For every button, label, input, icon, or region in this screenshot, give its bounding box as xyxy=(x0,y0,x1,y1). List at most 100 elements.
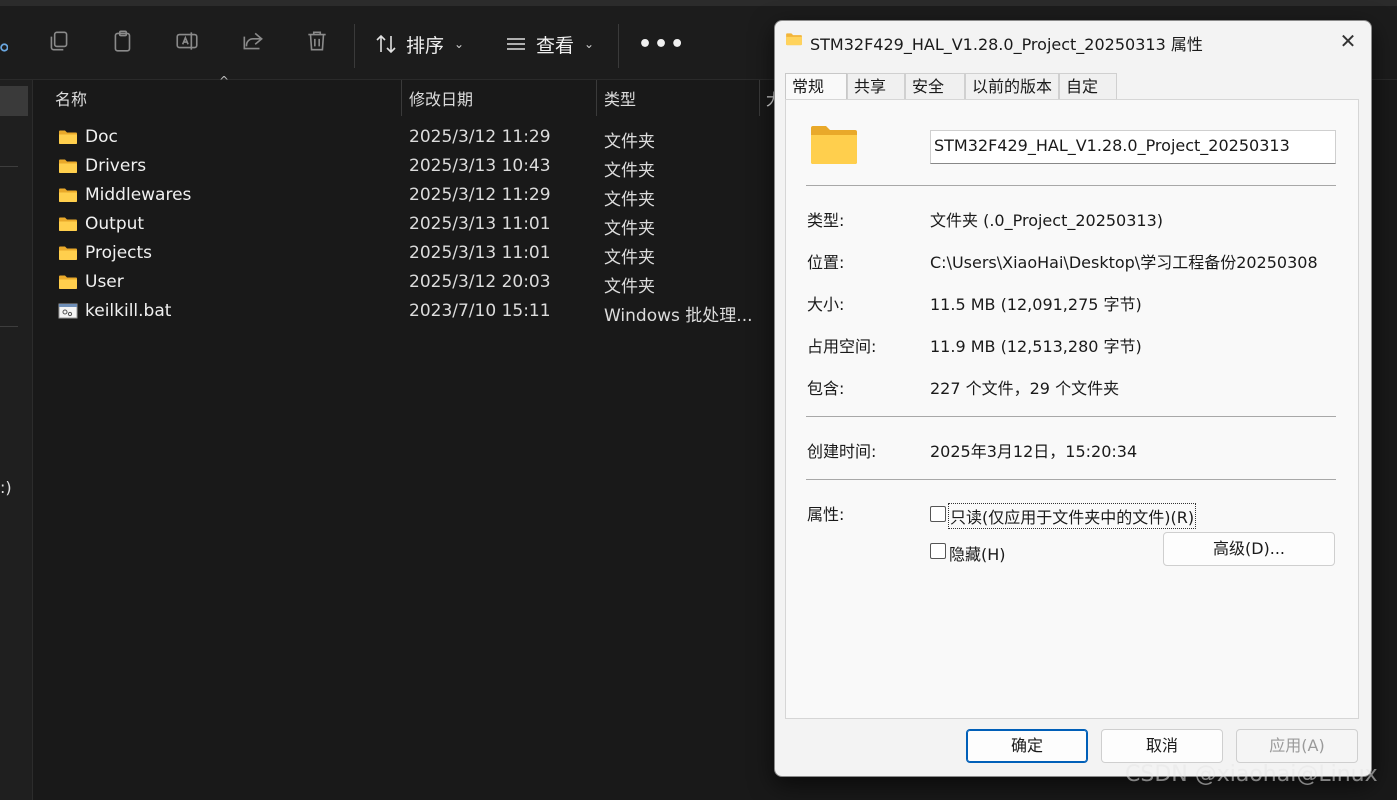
sort-indicator-icon: ^ xyxy=(219,74,230,88)
folder-icon xyxy=(58,216,78,232)
chevron-down-icon: ⌄ xyxy=(454,37,465,51)
batch-file-icon xyxy=(58,303,78,319)
location-value: C:\Users\XiaoHai\Desktop\学习工程备份20250308 xyxy=(930,253,1318,272)
file-row[interactable]: keilkill.bat 2023/7/10 15:11 Windows 批处理..… xyxy=(55,297,775,326)
size-label: 大小: xyxy=(807,295,845,314)
view-icon xyxy=(507,38,525,50)
divider xyxy=(806,185,1336,186)
location-label: 位置: xyxy=(807,253,845,272)
tab-security[interactable]: 安全 xyxy=(905,73,965,99)
tab-previous-versions[interactable]: 以前的版本 xyxy=(965,73,1059,99)
file-type: 文件夹 xyxy=(604,190,655,210)
sort-icon xyxy=(376,34,396,54)
file-name: Output xyxy=(85,214,145,234)
dialog-title: STM32F429_HAL_V1.28.0_Project_20250313 属… xyxy=(810,35,1203,54)
readonly-label[interactable]: 只读(仅应用于文件夹中的文件)(R) xyxy=(947,503,1197,529)
close-button[interactable]: ✕ xyxy=(1331,27,1365,55)
column-header-type[interactable]: 类型 xyxy=(604,80,636,116)
sort-label: 排序 xyxy=(406,34,445,57)
tab-sharing[interactable]: 共享 xyxy=(847,73,905,99)
file-name: Middlewares xyxy=(85,185,192,205)
contains-label: 包含: xyxy=(807,379,845,398)
tab-customize[interactable]: 自定义 xyxy=(1059,73,1117,122)
file-name: keilkill.bat xyxy=(85,301,172,321)
file-name: Doc xyxy=(85,127,118,147)
divider xyxy=(806,416,1336,417)
file-modified: 2025/3/12 11:29 xyxy=(409,185,551,205)
nav-selected-item[interactable] xyxy=(0,86,28,116)
more-options-button[interactable]: ••• xyxy=(638,32,686,57)
share-icon[interactable] xyxy=(240,28,266,54)
folder-icon xyxy=(58,158,78,174)
file-name: User xyxy=(85,272,124,292)
hidden-checkbox[interactable] xyxy=(930,543,946,559)
size-on-disk-label: 占用空间: xyxy=(807,337,877,356)
readonly-checkbox[interactable] xyxy=(930,506,946,522)
file-modified: 2025/3/13 11:01 xyxy=(409,243,551,263)
file-row[interactable]: Middlewares 2025/3/12 11:29 文件夹 xyxy=(55,181,775,210)
chevron-down-icon: ⌄ xyxy=(584,37,595,51)
file-modified: 2025/3/12 20:03 xyxy=(409,272,551,292)
type-value: 文件夹 (.0_Project_20250313) xyxy=(930,211,1164,230)
contains-value: 227 个文件，29 个文件夹 xyxy=(930,379,1120,398)
file-row[interactable]: Output 2025/3/13 11:01 文件夹 xyxy=(55,210,775,239)
sort-button[interactable]: 排序 ⌄ xyxy=(374,26,464,62)
nav-divider xyxy=(0,166,18,167)
folder-icon xyxy=(58,245,78,261)
file-name: Drivers xyxy=(85,156,147,176)
nav-item-fragment[interactable]: :) xyxy=(0,478,12,497)
file-row[interactable]: Doc 2025/3/12 11:29 文件夹 xyxy=(55,123,775,152)
file-modified: 2025/3/13 10:43 xyxy=(409,156,551,176)
paste-icon[interactable] xyxy=(110,28,136,54)
created-label: 创建时间: xyxy=(807,442,877,461)
watermark-text: CSDN @xiaohai@Linux xyxy=(1125,762,1378,787)
rename-icon[interactable] xyxy=(174,28,200,54)
column-header-modified[interactable]: 修改日期 xyxy=(409,80,473,116)
cancel-button[interactable]: 取消 xyxy=(1101,729,1223,763)
file-type: 文件夹 xyxy=(604,248,655,268)
file-type: 文件夹 xyxy=(604,132,655,152)
view-button[interactable]: 查看 ⌄ xyxy=(504,26,594,62)
folder-icon xyxy=(811,126,857,164)
column-header-name[interactable]: 名称 xyxy=(55,80,87,116)
column-divider[interactable] xyxy=(401,80,402,116)
folder-name-input[interactable]: STM32F429_HAL_V1.28.0_Project_20250313 xyxy=(930,130,1336,164)
close-icon: ✕ xyxy=(1339,29,1357,53)
file-type: 文件夹 xyxy=(604,219,655,239)
nav-divider xyxy=(0,326,18,327)
file-name: Projects xyxy=(85,243,153,263)
column-header-size[interactable]: 大 xyxy=(766,80,774,116)
folder-icon xyxy=(786,33,802,46)
ok-button[interactable]: 确定 xyxy=(966,729,1088,763)
cut-icon[interactable] xyxy=(0,28,8,54)
file-type: 文件夹 xyxy=(604,161,655,181)
copy-icon[interactable] xyxy=(46,28,72,54)
size-on-disk-value: 11.9 MB (12,513,280 字节) xyxy=(930,337,1142,356)
divider xyxy=(806,479,1336,480)
general-tab-panel: STM32F429_HAL_V1.28.0_Project_20250313 类… xyxy=(785,99,1359,719)
file-modified: 2025/3/13 11:01 xyxy=(409,214,551,234)
toolbar-separator xyxy=(618,24,619,68)
file-row[interactable]: Projects 2025/3/13 11:01 文件夹 xyxy=(55,239,775,268)
advanced-button[interactable]: 高级(D)... xyxy=(1163,532,1335,566)
file-row[interactable]: Drivers 2025/3/13 10:43 文件夹 xyxy=(55,152,775,181)
navigation-pane: :) xyxy=(0,80,33,800)
folder-icon xyxy=(58,129,78,145)
folder-icon xyxy=(58,187,78,203)
tab-general[interactable]: 常规 xyxy=(785,73,847,101)
view-label: 查看 xyxy=(536,34,575,57)
column-divider[interactable] xyxy=(596,80,597,116)
folder-icon xyxy=(58,274,78,290)
type-label: 类型: xyxy=(807,211,845,230)
file-row[interactable]: User 2025/3/12 20:03 文件夹 xyxy=(55,268,775,297)
file-modified: 2025/3/12 11:29 xyxy=(409,127,551,147)
hidden-label[interactable]: 隐藏(H) xyxy=(949,541,1006,565)
properties-dialog: STM32F429_HAL_V1.28.0_Project_20250313 属… xyxy=(774,20,1372,777)
file-type: Windows 批处理... xyxy=(604,306,753,326)
apply-button[interactable]: 应用(A) xyxy=(1236,729,1358,763)
file-type: 文件夹 xyxy=(604,277,655,297)
file-modified: 2023/7/10 15:11 xyxy=(409,301,551,321)
delete-icon[interactable] xyxy=(304,28,330,54)
column-divider[interactable] xyxy=(759,80,760,116)
created-value: 2025年3月12日，15:20:34 xyxy=(930,442,1138,461)
